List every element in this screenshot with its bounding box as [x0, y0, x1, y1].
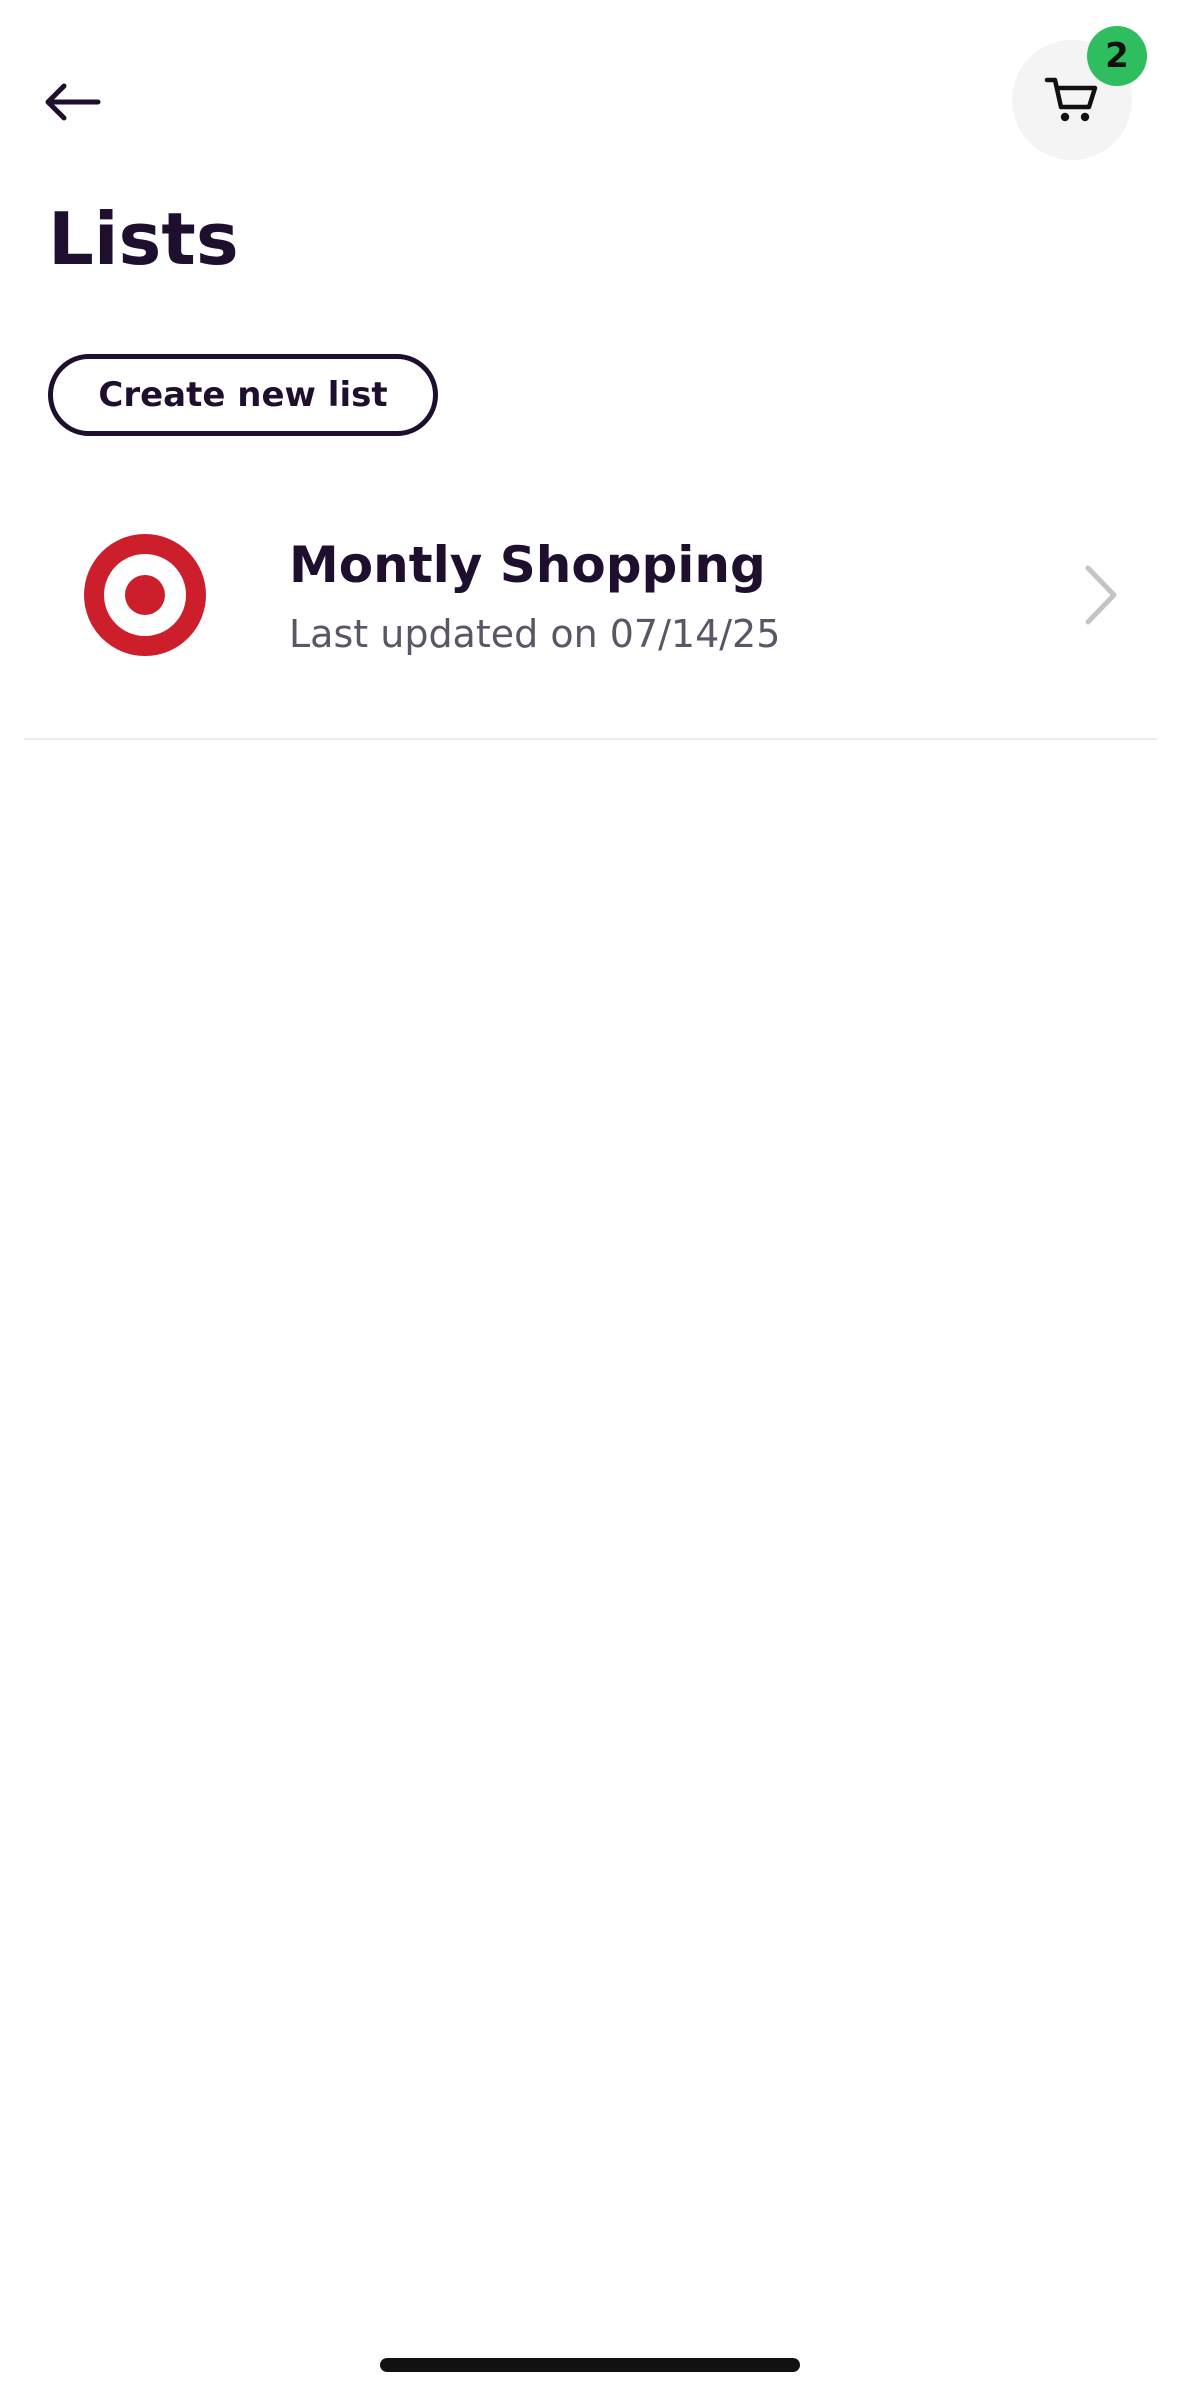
- chevron-right-icon: [1085, 565, 1117, 625]
- create-new-list-button[interactable]: Create new list: [48, 354, 438, 436]
- cart-count-badge: 2: [1087, 26, 1147, 86]
- list-item-last-updated: Last updated on 07/14/25: [289, 612, 781, 656]
- page-title: Lists: [48, 197, 239, 281]
- list-item-title: Montly Shopping: [289, 536, 766, 594]
- home-indicator: [380, 2358, 800, 2372]
- target-logo-icon: [84, 534, 206, 656]
- cart-icon: [1044, 77, 1098, 122]
- arrow-left-icon: [45, 83, 101, 121]
- list-item[interactable]: Montly Shopping Last updated on 07/14/25: [24, 500, 1157, 740]
- back-button[interactable]: [30, 60, 114, 144]
